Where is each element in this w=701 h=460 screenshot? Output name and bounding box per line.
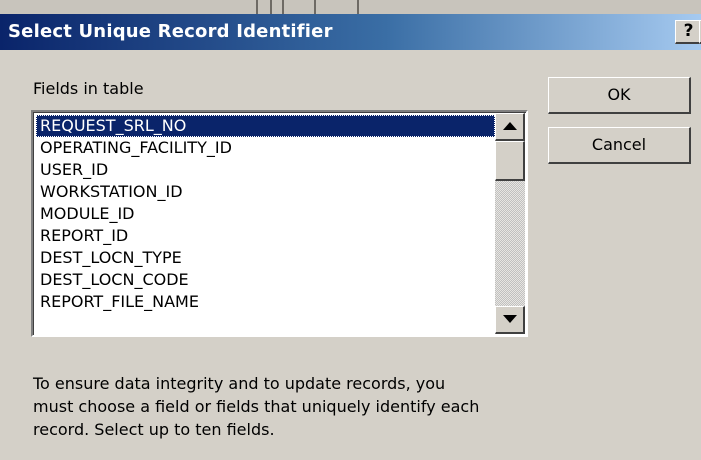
- scroll-down-button[interactable]: [495, 306, 525, 334]
- scroll-thumb[interactable]: [495, 141, 525, 181]
- ok-button[interactable]: OK: [548, 77, 691, 114]
- fields-listbox[interactable]: REQUEST_SRL_NO OPERATING_FACILITY_ID USE…: [31, 110, 528, 337]
- divider: [270, 0, 272, 14]
- help-text-line: must choose a field or fields that uniqu…: [33, 397, 480, 416]
- fields-list: REQUEST_SRL_NO OPERATING_FACILITY_ID USE…: [36, 115, 495, 313]
- list-item[interactable]: OPERATING_FACILITY_ID: [36, 137, 495, 159]
- divider: [282, 0, 284, 14]
- vertical-scrollbar[interactable]: [495, 113, 525, 334]
- arrow-down-icon: [502, 315, 517, 323]
- help-text-line: record. Select up to ten fields.: [33, 420, 275, 439]
- title-bar[interactable]: Select Unique Record Identifier ? X: [0, 14, 701, 50]
- divider: [357, 0, 359, 14]
- arrow-up-icon: [502, 122, 517, 130]
- list-item[interactable]: REPORT_ID: [36, 225, 495, 247]
- list-item[interactable]: DEST_LOCN_CODE: [36, 269, 495, 291]
- list-item[interactable]: REQUEST_SRL_NO: [36, 115, 495, 137]
- list-item[interactable]: REPORT_FILE_NAME: [36, 291, 495, 313]
- background-window-strip: [0, 0, 701, 15]
- list-item[interactable]: WORKSTATION_ID: [36, 181, 495, 203]
- help-text: To ensure data integrity and to update r…: [33, 372, 553, 441]
- dialog-title: Select Unique Record Identifier: [8, 21, 333, 42]
- select-unique-record-identifier-dialog: Select Unique Record Identifier ? X Fiel…: [0, 0, 701, 460]
- list-item[interactable]: DEST_LOCN_TYPE: [36, 247, 495, 269]
- help-button[interactable]: ?: [675, 20, 701, 44]
- list-item[interactable]: MODULE_ID: [36, 203, 495, 225]
- cancel-button[interactable]: Cancel: [548, 127, 691, 164]
- divider: [314, 0, 316, 14]
- help-text-line: To ensure data integrity and to update r…: [33, 374, 446, 393]
- divider: [256, 0, 258, 14]
- fields-in-table-label: Fields in table: [33, 79, 144, 98]
- scroll-up-button[interactable]: [495, 113, 525, 141]
- list-item[interactable]: USER_ID: [36, 159, 495, 181]
